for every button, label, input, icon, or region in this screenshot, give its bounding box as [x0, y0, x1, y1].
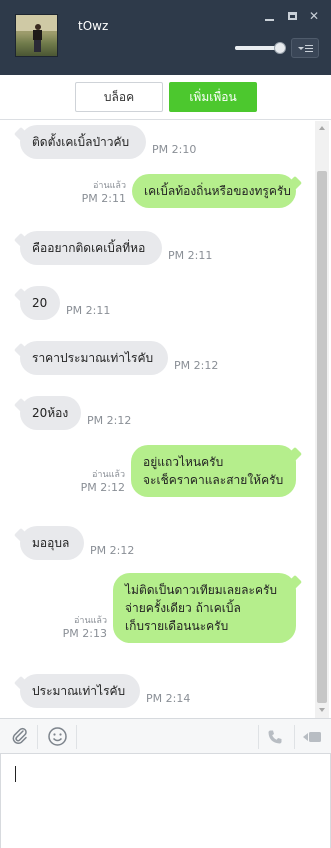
- contact-name: tOwz: [78, 19, 109, 33]
- message-text: คืออยากติดเคเบิ้ลที่หอ: [32, 241, 146, 255]
- friend-action-bar: บล็อค เพิ่มเพื่อน: [0, 75, 331, 120]
- outgoing-message-bubble[interactable]: ไม่ติดเป็นดาวเทียมเลยละครับจ่ายครั้งเดีย…: [113, 573, 296, 643]
- block-button[interactable]: บล็อค: [75, 82, 163, 112]
- message-text: ไม่ติดเป็นดาวเทียมเลยละครับ: [125, 583, 278, 597]
- read-receipt: อ่านแล้ว: [92, 470, 125, 480]
- message-timestamp: PM 2:11: [168, 249, 213, 262]
- outgoing-message-bubble[interactable]: อยู่แถวไหนครับจะเช็คราคาและสายให้ครับ: [131, 445, 296, 497]
- message-text: เคเบิ้ลท้องถิ่นหรือของทรูครับ: [144, 184, 291, 198]
- title-bar: tOwz ✕: [0, 0, 331, 75]
- message-text: ประมาณเท่าไรคับ: [32, 684, 126, 698]
- message-text: จ่ายครั้งเดียว ถ้าเคเบิ้ล: [125, 601, 241, 615]
- message-text: 20: [32, 296, 48, 310]
- incoming-message-bubble[interactable]: 20: [20, 286, 60, 320]
- incoming-message-bubble[interactable]: ราคาประมาณเท่าไรคับ: [20, 341, 168, 375]
- chat-scrollbar[interactable]: [315, 121, 329, 718]
- contact-avatar[interactable]: [15, 14, 58, 57]
- incoming-message-bubble[interactable]: ติดตั้งเคเบิ้ลป่าวคับ: [20, 125, 146, 159]
- message-timestamp: PM 2:12: [90, 544, 135, 557]
- message-text: ติดตั้งเคเบิ้ลป่าวคับ: [32, 135, 130, 149]
- message-text: จะเช็คราคาและสายให้ครับ: [143, 473, 284, 487]
- message-timestamp: PM 2:10: [152, 143, 197, 156]
- message-timestamp: PM 2:14: [146, 692, 191, 705]
- message-timestamp: PM 2:13: [62, 627, 107, 640]
- scrollbar-thumb[interactable]: [317, 171, 327, 703]
- text-caret: [15, 766, 16, 782]
- message-timestamp: PM 2:11: [81, 192, 126, 205]
- minimize-icon[interactable]: [262, 9, 276, 23]
- scroll-up-arrow-icon[interactable]: [319, 126, 325, 130]
- message-input[interactable]: [0, 754, 331, 848]
- read-receipt: อ่านแล้ว: [93, 181, 126, 191]
- outgoing-message-bubble[interactable]: เคเบิ้ลท้องถิ่นหรือของทรูครับ: [132, 174, 296, 208]
- message-timestamp: PM 2:12: [174, 359, 219, 372]
- message-text: มออุบล: [32, 536, 70, 550]
- emoji-icon[interactable]: [47, 726, 68, 747]
- incoming-message-bubble[interactable]: ประมาณเท่าไรคับ: [20, 674, 140, 708]
- composer-toolbar: [0, 718, 331, 754]
- message-text: เก็บรายเดือนนะครับ: [125, 619, 229, 633]
- message-text: ราคาประมาณเท่าไรคับ: [32, 351, 154, 365]
- message-text: 20ห้อง: [32, 406, 69, 420]
- attach-icon[interactable]: [10, 726, 30, 746]
- incoming-message-bubble[interactable]: มออุบล: [20, 526, 84, 560]
- message-timestamp: PM 2:12: [80, 481, 125, 494]
- call-icon[interactable]: [267, 729, 283, 745]
- transparency-slider-handle[interactable]: [274, 42, 286, 54]
- close-icon[interactable]: ✕: [307, 9, 321, 23]
- add-friend-button[interactable]: เพิ่มเพื่อน: [169, 82, 257, 112]
- incoming-message-bubble[interactable]: 20ห้อง: [20, 396, 81, 430]
- message-timestamp: PM 2:12: [87, 414, 132, 427]
- video-call-icon[interactable]: [303, 730, 321, 744]
- read-receipt: อ่านแล้ว: [74, 616, 107, 626]
- message-timestamp: PM 2:11: [66, 304, 111, 317]
- incoming-message-bubble[interactable]: คืออยากติดเคเบิ้ลที่หอ: [20, 231, 162, 265]
- maximize-icon[interactable]: [285, 9, 299, 23]
- scroll-down-arrow-icon[interactable]: [319, 708, 325, 712]
- message-text: อยู่แถวไหนครับ: [143, 455, 224, 469]
- chat-history[interactable]: ติดตั้งเคเบิ้ลป่าวคับ PM 2:10 เคเบิ้ลท้องถ…: [0, 121, 331, 718]
- menu-icon[interactable]: [291, 38, 319, 58]
